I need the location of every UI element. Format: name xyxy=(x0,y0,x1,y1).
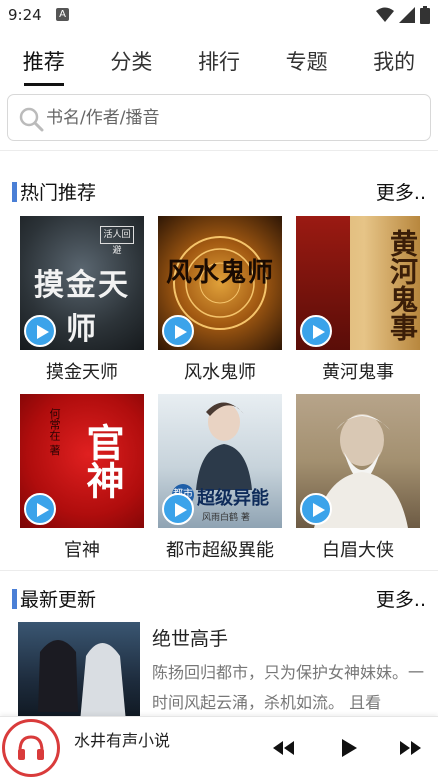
section-accent-bar xyxy=(12,182,17,202)
latest-book-description: 陈扬回归都市，只为保护女神妹妹。一时间风起云涌，杀机如流。 且看 xyxy=(152,663,425,712)
latest-section-header: 最新更新 更多.. xyxy=(12,585,426,613)
player-title: 水井有声小说 xyxy=(74,731,171,750)
tab-mine[interactable]: 我的 xyxy=(350,40,438,88)
book-name[interactable]: 都市超級異能 xyxy=(158,536,282,562)
cover-badge: 活人回避 xyxy=(100,226,134,256)
book-name[interactable]: 黄河鬼事 xyxy=(296,358,420,384)
notification-icon: A xyxy=(56,8,69,21)
latest-book-cover[interactable] xyxy=(18,622,140,722)
cover-title: 官神 xyxy=(80,423,125,499)
latest-book-title[interactable]: 绝世高手 xyxy=(152,624,228,651)
play-icon[interactable] xyxy=(24,315,56,347)
battery-icon xyxy=(420,6,430,24)
play-icon[interactable] xyxy=(162,315,194,347)
book-card[interactable]: 黄河鬼事 黄河鬼事 xyxy=(296,216,420,384)
tab-category[interactable]: 分类 xyxy=(88,40,176,88)
status-bar: 9:24 A xyxy=(0,0,438,32)
book-cover[interactable]: 活人回避 摸金天师 xyxy=(20,216,144,350)
player-bar: 水井有声小说 xyxy=(0,716,438,778)
top-tabs: 推荐 分类 排行 专题 我的 xyxy=(0,40,438,88)
play-icon[interactable] xyxy=(24,493,56,525)
book-name[interactable]: 官神 xyxy=(20,536,144,562)
latest-section-title: 最新更新 xyxy=(20,589,97,611)
divider xyxy=(0,150,438,151)
tab-recommend[interactable]: 推荐 xyxy=(0,40,88,88)
latest-more-link[interactable]: 更多.. xyxy=(376,585,426,612)
cover-author: 风雨白鹤 著 xyxy=(202,513,250,523)
wifi-icon xyxy=(376,7,394,22)
play-icon[interactable] xyxy=(336,735,362,761)
tab-topics[interactable]: 专题 xyxy=(263,40,351,88)
search-box[interactable] xyxy=(7,94,431,141)
player-cover[interactable] xyxy=(2,719,60,777)
book-cover[interactable]: 都市 超级异能 风雨白鹤 著 xyxy=(158,394,282,528)
status-icons xyxy=(376,6,430,24)
book-card[interactable]: 白眉大侠 xyxy=(296,394,420,562)
cover-title: 超级异能 xyxy=(197,488,269,509)
cover-figure xyxy=(38,640,126,722)
book-cover[interactable] xyxy=(296,394,420,528)
search-icon xyxy=(19,107,44,132)
cover-title: 黄河鬼事 xyxy=(386,229,419,341)
hot-section-header: 热门推荐 更多.. xyxy=(12,178,426,206)
section-accent-bar xyxy=(12,589,17,609)
book-cover[interactable]: 何常在 著 官神 xyxy=(20,394,144,528)
play-icon[interactable] xyxy=(300,493,332,525)
hot-more-link[interactable]: 更多.. xyxy=(376,178,426,205)
status-time: 9:24 xyxy=(8,6,42,24)
book-card[interactable]: 风水鬼师 风水鬼师 xyxy=(158,216,282,384)
book-cover[interactable]: 风水鬼师 xyxy=(158,216,282,350)
search-input[interactable] xyxy=(46,101,416,135)
next-icon[interactable] xyxy=(398,735,424,761)
tab-ranking[interactable]: 排行 xyxy=(175,40,263,88)
book-card[interactable]: 何常在 著 官神 官神 xyxy=(20,394,144,562)
book-card[interactable]: 都市 超级异能 风雨白鹤 著 都市超級異能 xyxy=(158,394,282,562)
book-card[interactable]: 活人回避 摸金天师 摸金天师 xyxy=(20,216,144,384)
divider xyxy=(0,570,438,571)
cover-title: 风水鬼师 xyxy=(165,258,274,288)
cover-figure xyxy=(196,402,252,490)
hot-section-title: 热门推荐 xyxy=(20,182,97,204)
headphones-icon xyxy=(18,735,44,760)
previous-icon[interactable] xyxy=(270,735,296,761)
book-cover[interactable]: 黄河鬼事 xyxy=(296,216,420,350)
play-icon[interactable] xyxy=(300,315,332,347)
book-name[interactable]: 摸金天师 xyxy=(20,358,144,384)
signal-icon xyxy=(399,7,415,23)
book-name[interactable]: 风水鬼师 xyxy=(158,358,282,384)
play-icon[interactable] xyxy=(162,493,194,525)
book-name[interactable]: 白眉大侠 xyxy=(296,536,420,562)
